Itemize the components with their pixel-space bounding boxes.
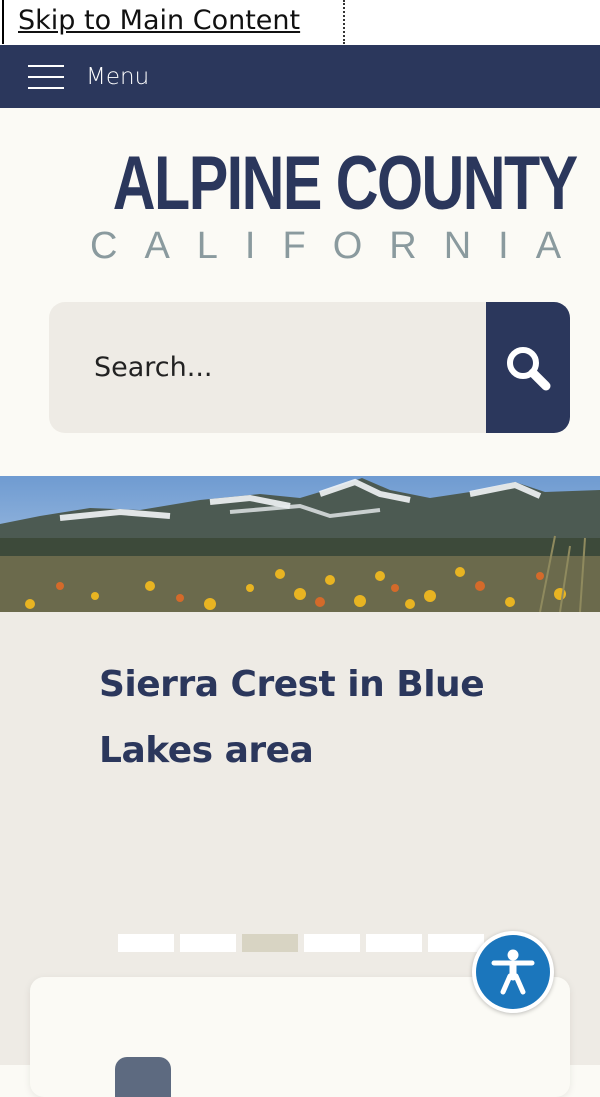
menu-label: Menu: [86, 63, 150, 90]
slide-caption: Sierra Crest in Blue Lakes area: [99, 664, 485, 771]
card-icon: [115, 1057, 171, 1097]
banner-image: [0, 476, 600, 612]
top-navigation: Menu: [0, 45, 600, 108]
site-logo[interactable]: ALPINE COUNTY CALIFORNIA: [0, 140, 600, 275]
search-input[interactable]: [49, 302, 486, 433]
skip-bar: Skip to Main Content: [0, 0, 600, 45]
slide-dot-6[interactable]: [428, 934, 484, 952]
accessibility-person-icon: [476, 935, 550, 1009]
slide-dot-5[interactable]: [366, 934, 422, 952]
slide-dot-3[interactable]: [242, 934, 298, 952]
skip-to-main-content-link[interactable]: Skip to Main Content: [2, 0, 345, 44]
menu-button[interactable]: Menu: [28, 45, 149, 108]
logo-county-name: ALPINE COUNTY: [112, 141, 578, 226]
hamburger-icon: [28, 64, 64, 90]
slide-dot-2[interactable]: [180, 934, 236, 952]
slide-dot-4[interactable]: [304, 934, 360, 952]
slideshow-pager: [118, 934, 484, 952]
logo-state-name: CALIFORNIA: [90, 225, 589, 267]
search-form: [49, 302, 570, 433]
magnifier-icon: [507, 346, 551, 390]
slide-dot-1[interactable]: [118, 934, 174, 952]
accessibility-button[interactable]: [472, 931, 554, 1013]
search-button[interactable]: [486, 302, 570, 433]
